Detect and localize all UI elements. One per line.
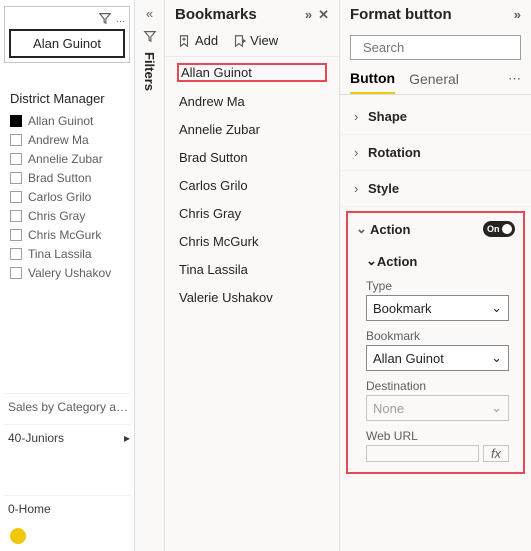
- slicer-item-label: Annelie Zubar: [28, 152, 103, 166]
- bookmark-item[interactable]: Chris Gray: [177, 205, 327, 222]
- slicer-item[interactable]: Brad Sutton: [10, 171, 124, 185]
- slicer-item-label: Brad Sutton: [28, 171, 91, 185]
- bookmarks-pane-title: Bookmarks: [175, 6, 299, 23]
- bookmark-item[interactable]: Carlos Grilo: [177, 177, 327, 194]
- bookmark-item[interactable]: Tina Lassila: [177, 261, 327, 278]
- bookmark-item[interactable]: Chris McGurk: [177, 233, 327, 250]
- fx-button[interactable]: fx: [483, 445, 509, 462]
- destination-label: Destination: [366, 379, 509, 393]
- slicer-item-label: Chris McGurk: [28, 228, 101, 242]
- bookmark-item[interactable]: Valerie Ushakov: [177, 289, 327, 306]
- bookmark-item[interactable]: Annelie Zubar: [177, 121, 327, 138]
- checkbox-icon[interactable]: [10, 191, 22, 203]
- chevron-down-icon: ⌄: [491, 300, 502, 316]
- chevron-down-icon: ⌄: [356, 221, 370, 237]
- type-select[interactable]: Bookmark ⌄: [366, 295, 509, 321]
- tabs-more-icon[interactable]: ⋯: [508, 71, 521, 93]
- slicer-item-label: Andrew Ma: [28, 133, 89, 147]
- visual-filter-icon[interactable]: [98, 11, 112, 27]
- mini-visual-sales[interactable]: Sales by Category a…: [4, 393, 130, 424]
- chevron-right-icon: ›: [354, 181, 368, 196]
- checkbox-icon[interactable]: [10, 153, 22, 165]
- chevron-right-icon: ›: [354, 145, 368, 160]
- slicer-title: District Manager: [10, 91, 124, 106]
- bookmark-item[interactable]: Allan Guinot: [177, 63, 327, 82]
- bookmark-view-icon: [232, 34, 246, 48]
- slicer-item-label: Carlos Grilo: [28, 190, 91, 204]
- bookmarks-pane: Bookmarks » ✕ Add View Allan Guinot Andr…: [165, 0, 340, 551]
- bookmark-view-button[interactable]: View: [232, 33, 278, 48]
- section-action[interactable]: ⌄ Action On: [348, 213, 523, 243]
- bookmark-add-icon: [177, 34, 191, 48]
- slicer-item[interactable]: Allan Guinot: [10, 114, 124, 128]
- slicer-item[interactable]: Chris McGurk: [10, 228, 124, 242]
- weburl-label: Web URL: [366, 429, 509, 443]
- canvas-button-visual[interactable]: … Alan Guinot: [4, 6, 130, 63]
- checkbox-icon[interactable]: [10, 210, 22, 222]
- slicer-item[interactable]: Valery Ushakov: [10, 266, 124, 280]
- popout-icon[interactable]: »: [305, 7, 312, 22]
- bookmark-item[interactable]: Andrew Ma: [177, 93, 327, 110]
- chevron-right-icon[interactable]: ▸: [124, 431, 130, 445]
- slicer-item[interactable]: Andrew Ma: [10, 133, 124, 147]
- close-icon[interactable]: ✕: [318, 7, 329, 23]
- filters-pane-collapsed[interactable]: « Filters: [135, 0, 165, 551]
- format-search-input[interactable]: [363, 40, 531, 55]
- chevron-down-icon: ⌄: [491, 350, 502, 366]
- action-toggle[interactable]: On: [483, 221, 515, 237]
- checkbox-icon[interactable]: [10, 172, 22, 184]
- section-shape[interactable]: ›Shape: [340, 99, 531, 135]
- mini-visual-juniors[interactable]: 40-Juniors▸: [4, 424, 130, 455]
- bookmark-select[interactable]: Allan Guinot ⌄: [366, 345, 509, 371]
- canvas-button-label[interactable]: Alan Guinot: [9, 29, 125, 58]
- checkbox-icon[interactable]: [10, 267, 22, 279]
- slicer-item-label: Chris Gray: [28, 209, 85, 223]
- mini-visual-home[interactable]: 0-Home: [4, 495, 130, 526]
- district-manager-slicer: District Manager Allan Guinot Andrew Ma …: [4, 91, 130, 285]
- bookmark-add-button[interactable]: Add: [177, 33, 218, 48]
- slicer-item[interactable]: Tina Lassila: [10, 247, 124, 261]
- checkbox-icon[interactable]: [10, 115, 22, 127]
- section-rotation[interactable]: ›Rotation: [340, 135, 531, 171]
- chevron-down-icon: ⌄: [366, 253, 377, 269]
- chevron-right-icon: ›: [354, 109, 368, 124]
- checkbox-icon[interactable]: [10, 229, 22, 241]
- weburl-input: [366, 445, 479, 462]
- subsection-action[interactable]: ⌄ Action: [348, 243, 523, 275]
- slicer-item-label: Tina Lassila: [28, 247, 92, 261]
- bookmark-item[interactable]: Brad Sutton: [177, 149, 327, 166]
- format-pane-title: Format button: [350, 6, 508, 23]
- data-point-icon: [10, 528, 26, 544]
- bookmark-label: Bookmark: [366, 329, 509, 343]
- tab-general[interactable]: General: [409, 71, 459, 93]
- visual-more-icon[interactable]: …: [116, 14, 125, 24]
- destination-select: None ⌄: [366, 395, 509, 421]
- chevron-down-icon: ⌄: [491, 400, 502, 416]
- slicer-item[interactable]: Annelie Zubar: [10, 152, 124, 166]
- action-section-highlight: ⌄ Action On ⌄ Action Type Bookmark ⌄: [346, 211, 525, 474]
- filters-rail-label: Filters: [142, 52, 157, 91]
- format-search[interactable]: [350, 35, 521, 60]
- filter-icon[interactable]: [143, 29, 157, 46]
- slicer-item-label: Allan Guinot: [28, 114, 93, 128]
- tab-button[interactable]: Button: [350, 70, 395, 94]
- slicer-item-label: Valery Ushakov: [28, 266, 111, 280]
- slicer-item[interactable]: Carlos Grilo: [10, 190, 124, 204]
- expand-pane-icon[interactable]: «: [146, 6, 153, 21]
- section-style[interactable]: ›Style: [340, 171, 531, 207]
- format-pane: Format button » Button General ⋯ ›Shape …: [340, 0, 531, 551]
- type-label: Type: [366, 279, 509, 293]
- checkbox-icon[interactable]: [10, 134, 22, 146]
- report-canvas: … Alan Guinot District Manager Allan Gui…: [0, 0, 135, 551]
- slicer-item[interactable]: Chris Gray: [10, 209, 124, 223]
- popout-icon[interactable]: »: [514, 7, 521, 22]
- checkbox-icon[interactable]: [10, 248, 22, 260]
